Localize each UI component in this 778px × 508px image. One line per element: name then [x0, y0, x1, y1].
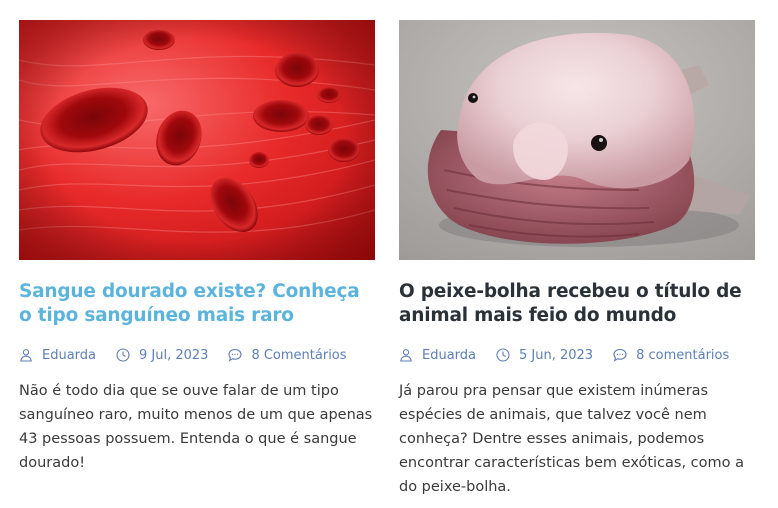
post-comments-count: 8 Comentários — [251, 347, 347, 363]
post-date[interactable]: 9 Jul, 2023 — [116, 348, 208, 363]
post-author-name: Eduarda — [42, 347, 97, 363]
post-title[interactable]: O peixe-bolha recebeu o título de animal… — [399, 280, 755, 328]
comment-icon — [228, 348, 243, 362]
post-title[interactable]: Sangue dourado existe? Conheça o tipo sa… — [19, 280, 375, 328]
post-date[interactable]: 5 Jun, 2023 — [496, 348, 593, 363]
clock-icon — [116, 348, 130, 362]
user-icon — [19, 348, 33, 362]
post-author[interactable]: Eduarda — [19, 348, 96, 363]
post-comments[interactable]: 8 Comentários — [228, 347, 347, 363]
clock-icon — [496, 348, 510, 362]
post-excerpt: Já parou pra pensar que existem inúmeras… — [399, 383, 745, 495]
post-author-name: Eduarda — [422, 347, 477, 363]
post-meta: Eduarda 5 Jun, 2023 8 comentários — [399, 345, 755, 365]
post-card: O peixe-bolha recebeu o título de animal… — [399, 20, 755, 499]
user-icon — [399, 348, 413, 362]
post-date-text: 9 Jul, 2023 — [139, 347, 209, 363]
post-excerpt: Não é todo dia que se ouve falar de um t… — [19, 383, 373, 471]
post-comments-count: 8 comentários — [636, 347, 730, 363]
post-comments[interactable]: 8 comentários — [613, 348, 729, 363]
post-author[interactable]: Eduarda — [399, 348, 476, 363]
post-thumbnail-blobfish[interactable] — [399, 20, 755, 260]
post-thumbnail-blood-cells[interactable] — [19, 20, 375, 260]
comment-icon — [613, 348, 627, 362]
post-meta: Eduarda 9 Jul, 2023 8 Comentários — [19, 345, 375, 365]
post-date-text: 5 Jun, 2023 — [519, 347, 594, 363]
post-card: Sangue dourado existe? Conheça o tipo sa… — [19, 20, 375, 475]
